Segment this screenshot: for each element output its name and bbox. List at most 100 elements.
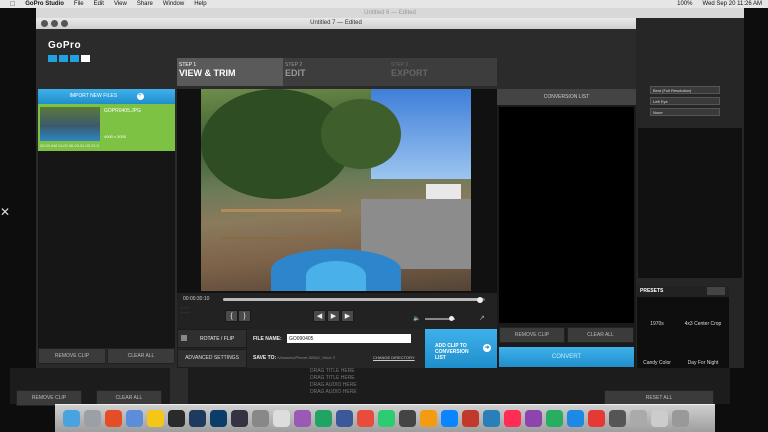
scrubber-bar: 00:00:30:10 ◦ ◦ ◦ ◦ ◦ ◦ ◦ ◦ { } ◀ ▶ ▶ 🔈 … [177,293,497,329]
dock-app-icon[interactable] [567,410,584,427]
conversion-clear-all-button[interactable]: CLEAR ALL [567,327,634,343]
conversion-list[interactable] [499,107,634,323]
menu-file[interactable]: File [74,1,84,7]
add-clip-to-conversion-list-button[interactable]: ADD CLIP TO CONVERSION LIST ➜ [425,329,497,368]
remove-clip-button[interactable]: REMOVE CLIP [38,348,106,364]
dock-app-icon[interactable] [63,410,80,427]
dock-app-icon[interactable] [168,410,185,427]
volume-icon[interactable]: 🔈 [413,315,420,322]
convert-button[interactable]: CONVERT [499,347,634,367]
battery-status[interactable]: 100% [677,1,692,7]
tab-step-3[interactable]: STEP 3 EXPORT [389,58,497,86]
video-player[interactable] [177,89,497,293]
dock-app-icon[interactable] [273,410,290,427]
rotate-checkbox[interactable] [181,335,187,341]
gopro-logo: GoPro [48,40,82,51]
file-name-input[interactable] [287,334,411,343]
dock-app-icon[interactable] [504,410,521,427]
next-frame-icon[interactable]: ▶ [341,310,354,322]
presets-header: PRESETS [637,286,729,297]
in-out-points: ◦ ◦ ◦ ◦ ◦ ◦ ◦ ◦ [181,305,221,325]
minimize-window-icon[interactable] [51,20,58,27]
preset-day-for-night[interactable]: Day For Night [677,360,729,366]
import-new-files-button[interactable]: IMPORT NEW FILES + [38,89,175,104]
dock-app-icon[interactable] [189,410,206,427]
eye-dropdown[interactable]: Left Eye [650,97,720,105]
fullscreen-icon[interactable]: ↗ [479,314,485,322]
dock-app-icon[interactable] [126,410,143,427]
audio-drop-row[interactable]: DRAG AUDIO HERE [310,382,357,389]
play-icon[interactable]: ▶ [327,310,340,322]
dock-app-icon[interactable] [84,410,101,427]
change-directory-link[interactable]: CHANGE DIRECTORY [373,355,415,360]
mark-out-button[interactable]: } [238,310,251,322]
rotate-flip-label: ROTATE / FLIP [200,336,235,342]
menu-bar:  GoPro Studio File Edit View Share Wind… [0,0,768,8]
dock [55,404,715,432]
dock-app-icon[interactable] [609,410,626,427]
dock-app-icon[interactable] [378,410,395,427]
background-window-titlebar[interactable]: Untitled 6 — Edited [36,8,744,18]
dock-app-icon[interactable] [294,410,311,427]
clip-list-item[interactable]: GOPR0405.JPG 4000 x 3000 05.00 AM 11:00 … [38,104,175,151]
tab-step-2[interactable]: STEP 2 EDIT [283,58,389,86]
conversion-remove-clip-button[interactable]: REMOVE CLIP [499,327,565,343]
dock-app-icon[interactable] [252,410,269,427]
dock-app-icon[interactable] [672,410,689,427]
menu-window[interactable]: Window [163,1,184,7]
dock-app-icon[interactable] [105,410,122,427]
quality-dropdown[interactable]: Best (Full Resolution) [650,86,720,94]
apple-icon[interactable]:  [10,1,15,8]
menu-edit[interactable]: Edit [94,1,104,7]
advanced-settings-button[interactable]: ADVANCED SETTINGS [177,349,247,368]
dock-app-icon[interactable] [315,410,332,427]
dock-app-icon[interactable] [462,410,479,427]
volume-slider[interactable] [425,316,455,321]
dock-app-icon[interactable] [651,410,668,427]
dock-app-icon[interactable] [441,410,458,427]
preset-1970s[interactable]: 1970s [637,321,677,327]
clear-all-button[interactable]: CLEAR ALL [107,348,175,364]
dock-app-icon[interactable] [399,410,416,427]
logo-square-icon [59,55,68,62]
title-drop-row[interactable]: DRAG TITLE HERE [310,368,357,375]
previous-frame-icon[interactable]: ◀ [313,310,326,322]
dock-app-icon[interactable] [525,410,542,427]
effects-preview [638,128,742,278]
volume-handle[interactable] [449,316,454,321]
menu-share[interactable]: Share [137,1,153,7]
add-clip-label: ADD CLIP TO CONVERSION LIST [435,343,469,361]
dock-app-icon[interactable] [588,410,605,427]
dock-app-icon[interactable] [147,410,164,427]
3d-dropdown[interactable]: None [650,108,720,116]
file-settings-bar: ROTATE / FLIP ADVANCED SETTINGS FILE NAM… [177,329,497,368]
menu-view[interactable]: View [114,1,127,7]
gear-icon[interactable] [707,287,725,295]
scrub-track[interactable] [223,296,485,303]
dock-app-icon[interactable] [546,410,563,427]
conversion-panel: CONVERSION LIST REMOVE CLIP CLEAR ALL CO… [497,89,636,368]
menu-app-name[interactable]: GoPro Studio [25,1,64,7]
zoom-window-icon[interactable] [61,20,68,27]
dock-app-icon[interactable] [420,410,437,427]
conversion-list-header: CONVERSION LIST [497,89,636,105]
rotate-flip-button[interactable]: ROTATE / FLIP [177,329,247,348]
scrub-handle[interactable] [476,296,483,303]
preset-4x3-center-crop[interactable]: 4x3 Center Crop [677,321,729,327]
dock-app-icon[interactable] [357,410,374,427]
audio-drop-row[interactable]: DRAG AUDIO HERE [310,389,357,396]
dock-app-icon[interactable] [483,410,500,427]
title-drop-row[interactable]: DRAG TITLE HERE [310,375,357,382]
dock-app-icon[interactable] [336,410,353,427]
clock[interactable]: Wed Sep 20 11:26 AM [703,1,762,7]
mark-in-button[interactable]: { [225,310,238,322]
clip-resolution: 4000 x 3000 [104,134,127,139]
dock-app-icon[interactable] [630,410,647,427]
window-titlebar[interactable]: Untitled 7 — Edited [36,18,636,29]
close-window-icon[interactable] [41,20,48,27]
menu-help[interactable]: Help [194,1,206,7]
dock-app-icon[interactable] [231,410,248,427]
preset-candy-color[interactable]: Candy Color [637,360,677,366]
tab-step-1[interactable]: STEP 1 VIEW & TRIM [177,58,283,86]
dock-app-icon[interactable] [210,410,227,427]
